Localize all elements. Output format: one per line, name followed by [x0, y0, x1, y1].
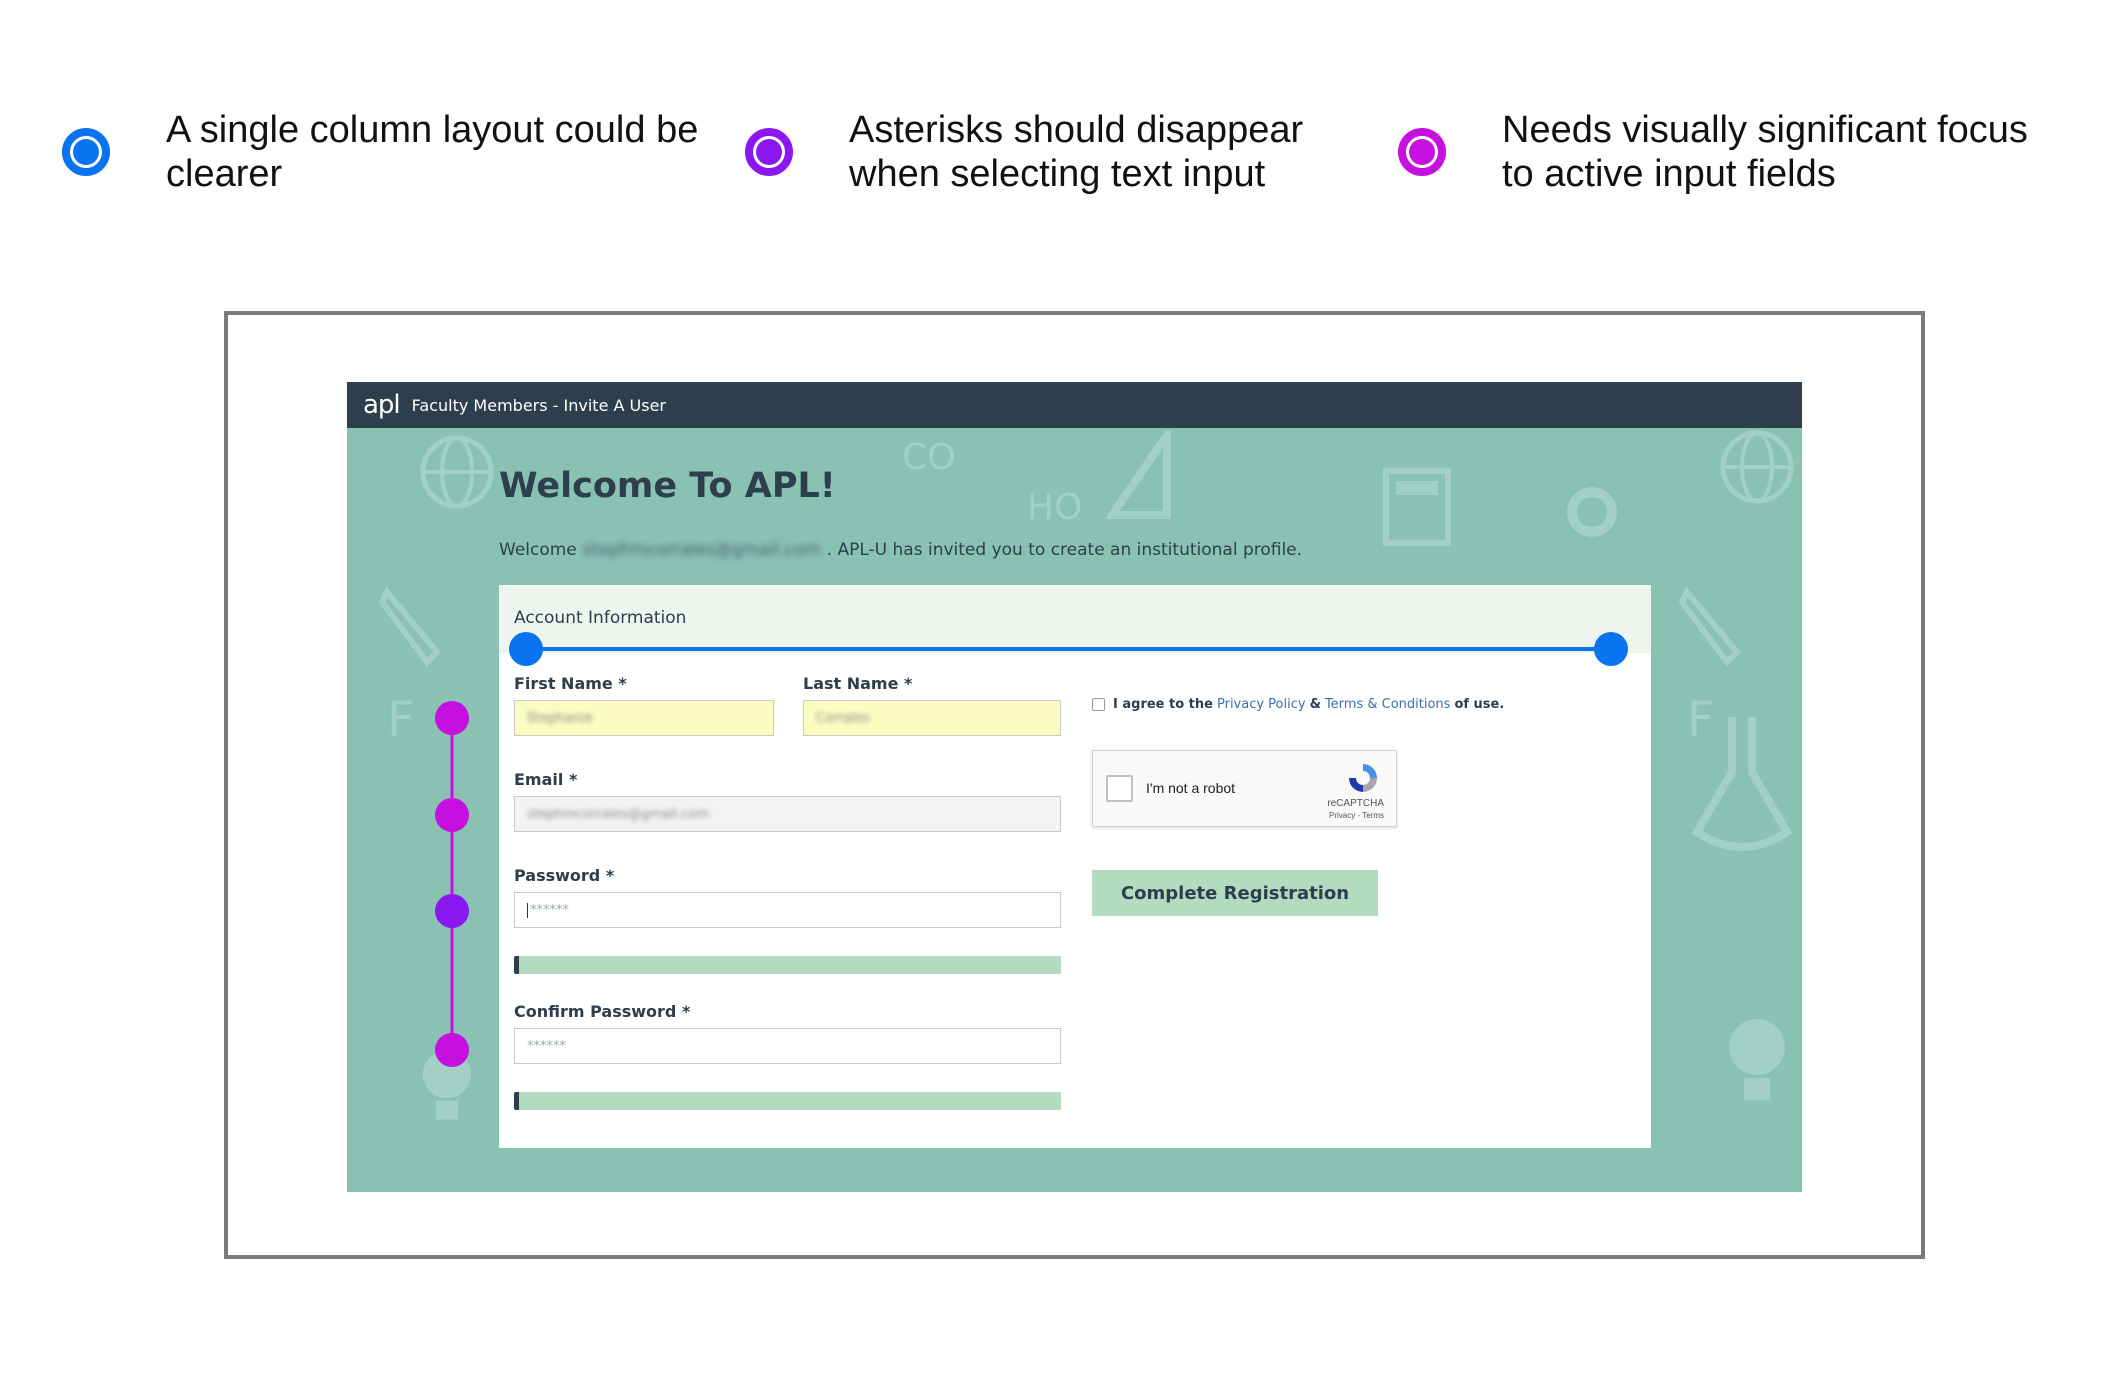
blue-marker-end: [1594, 632, 1628, 666]
annotation-overlay: [435, 632, 1628, 1067]
magenta-marker-confirm-password: [435, 1033, 469, 1067]
magenta-marker-first-name: [435, 701, 469, 735]
magenta-marker-email: [435, 798, 469, 832]
violet-marker-password: [435, 894, 469, 928]
blue-marker-start: [509, 632, 543, 666]
